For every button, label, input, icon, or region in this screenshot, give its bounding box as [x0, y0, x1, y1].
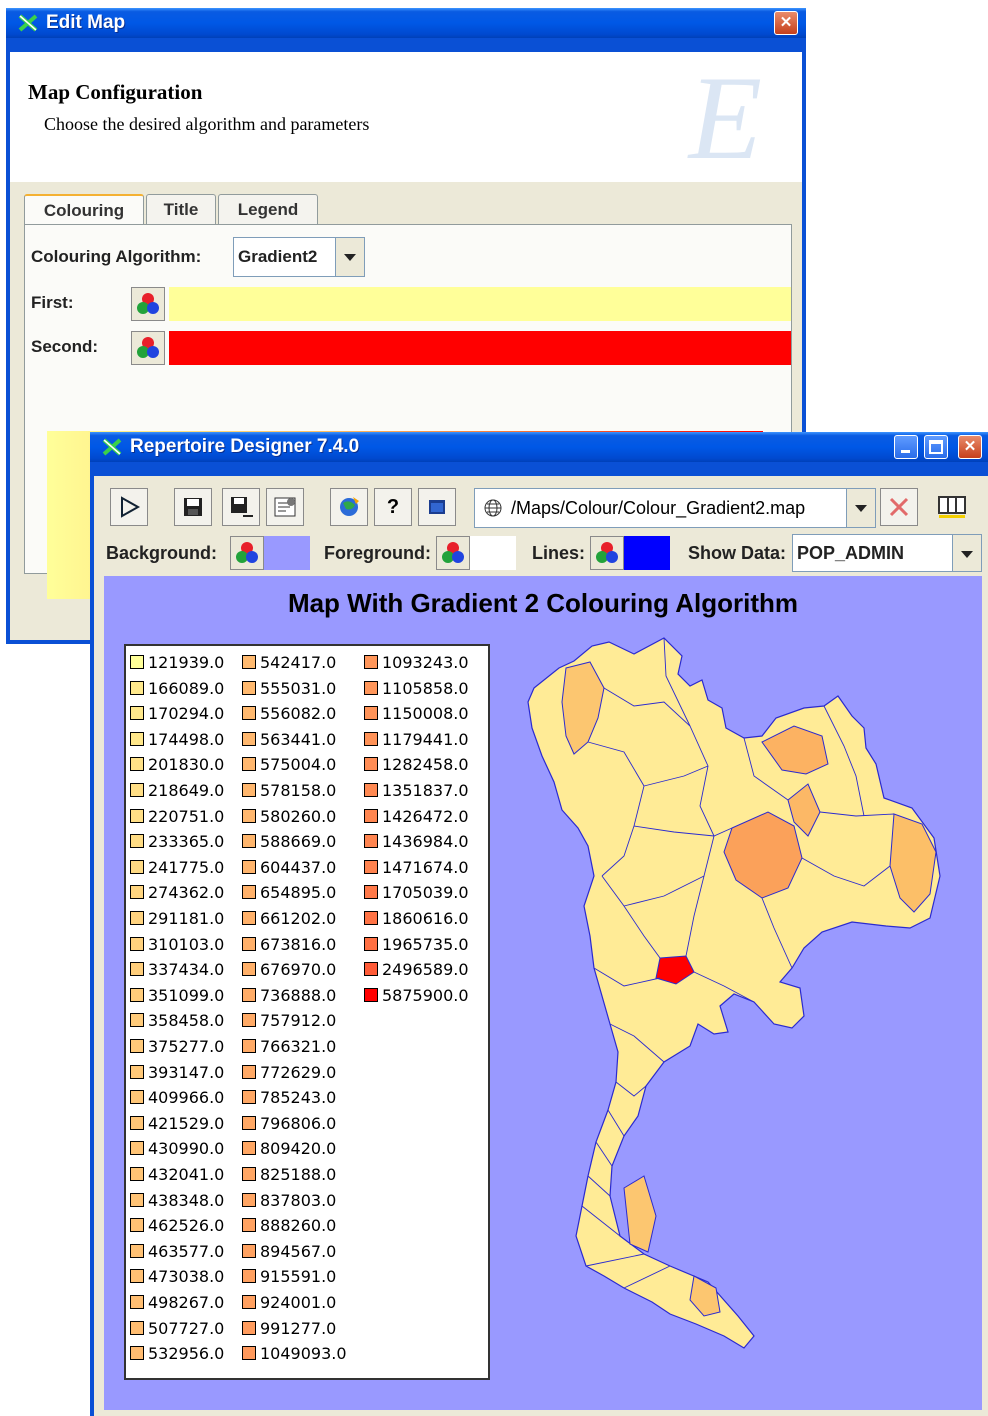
second-label: Second:: [31, 337, 99, 356]
chevron-down-icon[interactable]: [335, 238, 364, 276]
toolbar: ? /Maps/Colour/Colour_Gradient2.map: [94, 476, 988, 532]
province-shape: [623, 1175, 657, 1253]
maximize-button[interactable]: [924, 435, 948, 459]
clear-button[interactable]: [880, 488, 918, 526]
save-icon: [184, 498, 202, 516]
algorithm-value: Gradient2: [238, 247, 318, 266]
map-globe-button[interactable]: [330, 488, 368, 526]
chevron-down-icon[interactable]: [846, 489, 875, 527]
chevron-down-icon[interactable]: [952, 535, 981, 571]
designer-window: Repertoire Designer 7.4.0 ✕ ? /Maps/Colo…: [90, 432, 988, 1416]
designer-client: ? /Maps/Colour/Colour_Gradient2.map Back…: [94, 476, 988, 1416]
second-color-button[interactable]: [131, 331, 165, 365]
minimize-icon: [901, 450, 910, 453]
run-button[interactable]: [110, 488, 148, 526]
color-picker-icon: [137, 293, 159, 314]
first-color-swatch: [169, 287, 791, 321]
second-color-swatch: [169, 331, 791, 365]
window-title: Repertoire Designer 7.4.0: [130, 436, 360, 457]
maximize-icon: [929, 440, 943, 454]
close-button[interactable]: ✕: [774, 11, 798, 35]
save-as-icon: [231, 497, 253, 517]
app-icon: [102, 438, 122, 456]
properties-button[interactable]: [266, 488, 304, 526]
tab-legend[interactable]: Legend: [218, 194, 318, 225]
designer-titlebar[interactable]: Repertoire Designer 7.4.0 ✕: [90, 432, 988, 462]
lines-swatch: [624, 536, 670, 570]
dialog-subtitle: Choose the desired algorithm and paramet…: [44, 114, 370, 134]
map-canvas[interactable]: Map With Gradient 2 Colouring Algorithm …: [104, 576, 982, 1410]
window-title: Edit Map: [46, 12, 126, 33]
foreground-swatch: [470, 536, 516, 570]
color-picker-icon: [137, 337, 159, 358]
lines-label: Lines:: [532, 543, 586, 563]
background-color-button[interactable]: [230, 536, 264, 570]
algorithm-select[interactable]: Gradient2: [233, 237, 365, 277]
save-as-button[interactable]: [222, 488, 260, 526]
foreground-color-button[interactable]: [436, 536, 470, 570]
color-picker-icon: [236, 542, 258, 563]
first-color-button[interactable]: [131, 287, 165, 321]
columns-button[interactable]: [934, 488, 970, 524]
help-button[interactable]: ?: [374, 488, 412, 526]
dialog-title: Map Configuration: [28, 80, 203, 104]
tab-title[interactable]: Title: [146, 194, 216, 225]
show-data-label: Show Data:: [688, 543, 787, 563]
world-icon: [484, 499, 502, 517]
province-map: [527, 637, 941, 1349]
edit-map-titlebar[interactable]: Edit Map ✕: [6, 8, 806, 38]
close-icon: ✕: [963, 438, 977, 455]
lines-color-button[interactable]: [590, 536, 624, 570]
globe-icon: [340, 497, 359, 516]
show-data-value: POP_ADMIN: [797, 543, 905, 563]
background-swatch: [264, 536, 310, 570]
background-label: Background:: [106, 543, 218, 563]
help-icon: ?: [386, 496, 400, 518]
columns-icon: [938, 496, 966, 518]
dialog-header: Map Configuration Choose the desired alg…: [10, 52, 802, 182]
algorithm-label: Colouring Algorithm:: [31, 247, 202, 266]
tab-colouring[interactable]: Colouring: [24, 194, 144, 227]
first-label: First:: [31, 293, 74, 312]
foreground-label: Foreground:: [324, 543, 431, 563]
app-icon: [18, 14, 38, 32]
clear-icon: [889, 497, 909, 517]
properties-icon: [274, 497, 296, 517]
color-picker-icon: [596, 542, 618, 563]
play-icon: [121, 496, 141, 518]
style-bar: Background: Foreground: Lines: Show Data…: [94, 532, 988, 574]
save-button[interactable]: [174, 488, 212, 526]
watermark-logo: E: [688, 51, 762, 184]
window-icon: [429, 500, 445, 514]
show-data-select[interactable]: POP_ADMIN: [792, 534, 982, 572]
color-picker-icon: [442, 542, 464, 563]
close-button[interactable]: ✕: [958, 435, 982, 459]
map-path: /Maps/Colour/Colour_Gradient2.map: [511, 498, 806, 518]
minimize-button[interactable]: [894, 435, 918, 459]
country-outline: [527, 637, 941, 1349]
window-button[interactable]: [418, 488, 456, 526]
close-icon: ✕: [779, 14, 793, 31]
map-path-select[interactable]: /Maps/Colour/Colour_Gradient2.map: [474, 488, 876, 528]
